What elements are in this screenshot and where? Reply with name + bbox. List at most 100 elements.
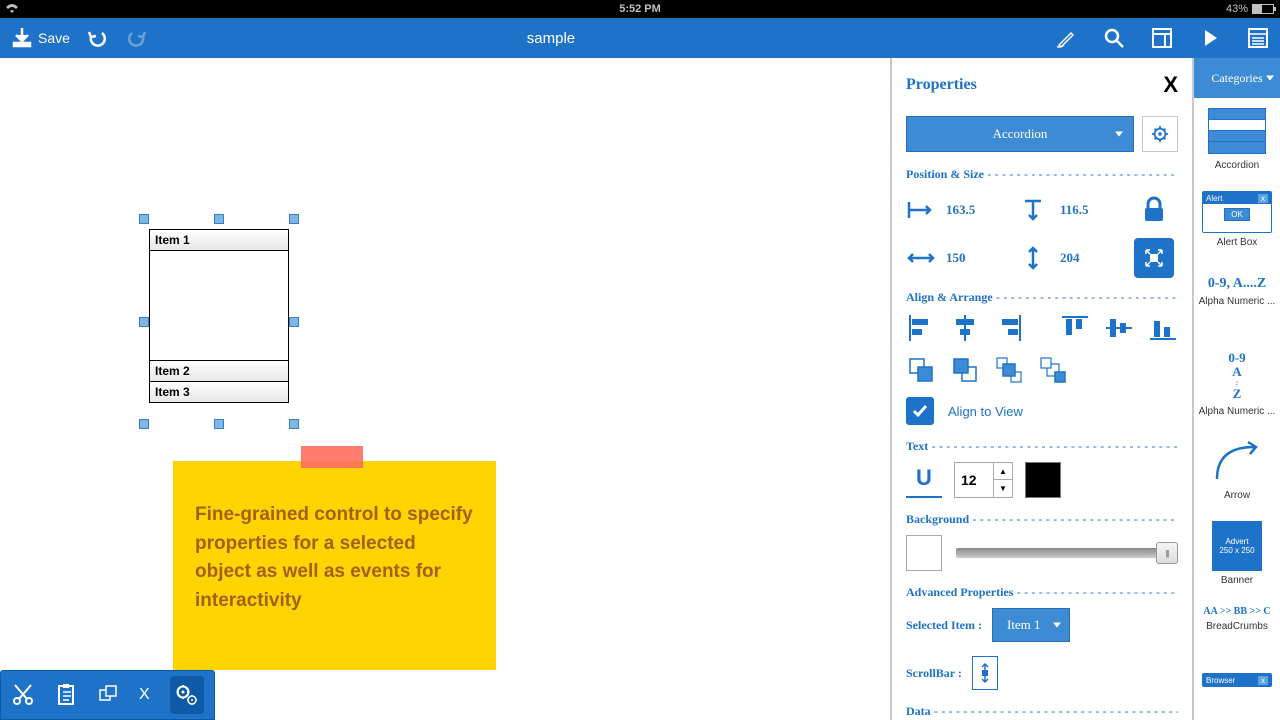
alpha-thumb: 0-9, A....Z <box>1208 276 1266 292</box>
align-top-icon[interactable] <box>1060 313 1090 343</box>
section-position: Position & Size <box>906 167 1178 182</box>
underline-button[interactable]: U <box>906 462 942 498</box>
browser-thumb: Browserx <box>1202 673 1272 687</box>
properties-panel: Properties X Accordion Position & Size 1… <box>890 58 1192 720</box>
cat-item-browser[interactable]: Browserx <box>1194 673 1280 693</box>
close-icon[interactable]: X <box>1163 72 1178 98</box>
scrollbar-toggle[interactable] <box>972 656 998 690</box>
opacity-slider[interactable]: ||| <box>956 548 1178 558</box>
cat-item-breadcrumb[interactable]: AA >> BB >> C BreadCrumbs <box>1194 598 1280 673</box>
element-settings-button[interactable] <box>1142 116 1178 152</box>
slider-thumb[interactable]: ||| <box>1156 542 1178 564</box>
status-bar: 5:52 PM 43% <box>0 0 1280 18</box>
toolbar: Save sample <box>0 18 1280 58</box>
scrollbar-label: ScrollBar : <box>906 666 962 681</box>
section-bg: Background <box>906 512 1178 527</box>
expand-button[interactable] <box>1134 238 1174 278</box>
search-icon[interactable] <box>1104 28 1124 48</box>
selection-handle[interactable] <box>214 214 224 224</box>
cat-label: Alert Box <box>1217 237 1258 248</box>
document-title: sample <box>64 30 1038 47</box>
pos-h[interactable]: 204 <box>1020 238 1126 278</box>
section-adv: Advanced Properties <box>906 585 1178 600</box>
align-center-h-icon[interactable] <box>950 313 980 343</box>
pos-w[interactable]: 150 <box>906 238 1012 278</box>
align-view-checkbox[interactable] <box>906 397 934 425</box>
alert-thumb: Alertx OK <box>1202 191 1272 233</box>
cat-label: Accordion <box>1215 160 1259 171</box>
cat-label: Arrow <box>1224 490 1250 501</box>
browser-h: Browser <box>1206 676 1235 685</box>
element-type-dropdown[interactable]: Accordion <box>906 116 1134 152</box>
font-size-input[interactable] <box>955 463 993 497</box>
cat-item-banner[interactable]: Advert 250 x 250 Banner <box>1194 513 1280 598</box>
layout-icon[interactable] <box>1152 28 1172 48</box>
pos-h-value: 204 <box>1060 250 1080 266</box>
pos-y[interactable]: 116.5 <box>1020 190 1126 230</box>
section-data: Data <box>906 704 1178 719</box>
dropdown-label: Accordion <box>993 126 1048 142</box>
align-left-icon[interactable] <box>906 313 936 343</box>
bg-color-swatch[interactable] <box>906 535 942 571</box>
bring-front-icon[interactable] <box>950 355 980 385</box>
accordion-item-3[interactable]: Item 3 <box>150 382 288 402</box>
cat-item-alphanum1[interactable]: 0-9, A....Z Alpha Numeric ... <box>1194 268 1280 343</box>
categories-dropdown[interactable]: Categories <box>1194 58 1280 98</box>
selection-handle[interactable] <box>139 419 149 429</box>
check-icon <box>911 402 929 420</box>
accordion-thumb <box>1208 108 1266 154</box>
gear-icon <box>175 683 199 707</box>
copy-icon[interactable] <box>99 685 119 705</box>
accordion-widget[interactable]: Item 1 Item 2 Item 3 <box>149 229 289 403</box>
expand-icon <box>1142 246 1166 270</box>
send-backward-icon[interactable] <box>994 355 1024 385</box>
align-center-v-icon[interactable] <box>1104 313 1134 343</box>
selection-handle[interactable] <box>289 214 299 224</box>
width-icon <box>906 246 936 270</box>
pos-x-value: 163.5 <box>946 202 975 218</box>
cat-label: Alpha Numeric ... <box>1199 296 1276 307</box>
cat-item-alert[interactable]: Alertx OK Alert Box <box>1194 183 1280 268</box>
list-icon[interactable] <box>1248 28 1268 48</box>
gear-icon <box>1151 125 1169 143</box>
chevron-down-icon <box>1115 132 1123 137</box>
lock-button[interactable] <box>1134 190 1174 230</box>
accordion-item-2[interactable]: Item 2 <box>150 361 288 382</box>
cat-item-arrow[interactable]: Arrow <box>1194 428 1280 513</box>
font-size-spinner[interactable]: ▲▼ <box>954 462 1013 498</box>
scrollbar-icon <box>979 662 991 684</box>
align-right-icon[interactable] <box>994 313 1024 343</box>
save-button[interactable]: Save <box>12 28 70 48</box>
x-position-icon <box>906 198 936 222</box>
accordion-item-1[interactable]: Item 1 <box>150 230 288 251</box>
cat-label: Banner <box>1221 575 1253 586</box>
canvas[interactable]: Item 1 Item 2 Item 3 Fine-grained contro… <box>0 58 890 720</box>
spinner-down[interactable]: ▼ <box>994 480 1012 497</box>
selection-handle[interactable] <box>214 419 224 429</box>
pen-icon[interactable] <box>1056 28 1076 48</box>
bottom-toolbar: X <box>0 670 215 720</box>
save-icon <box>12 28 32 48</box>
categories-panel: Categories Accordion Alertx OK Alert Box… <box>1192 58 1280 720</box>
cut-icon[interactable] <box>11 683 35 707</box>
text-color-swatch[interactable] <box>1025 462 1061 498</box>
sticky-note: Fine-grained control to specify properti… <box>173 461 496 670</box>
selection-handle[interactable] <box>289 317 299 327</box>
align-bottom-icon[interactable] <box>1148 313 1178 343</box>
bread-thumb: AA >> BB >> C <box>1203 606 1270 617</box>
settings-button[interactable] <box>170 676 204 714</box>
selected-item-dropdown[interactable]: Item 1 <box>992 608 1070 642</box>
selection-handle[interactable] <box>139 214 149 224</box>
paste-icon[interactable] <box>55 683 79 707</box>
spinner-up[interactable]: ▲ <box>994 463 1012 480</box>
send-back-icon[interactable] <box>906 355 936 385</box>
cat-item-alphanum2[interactable]: 0-9 A : Z Alpha Numeric ... <box>1194 343 1280 428</box>
selection-handle[interactable] <box>289 419 299 429</box>
pos-x[interactable]: 163.5 <box>906 190 1012 230</box>
bring-forward-icon[interactable] <box>1038 355 1068 385</box>
x-icon[interactable]: X <box>139 686 150 704</box>
play-icon[interactable] <box>1200 28 1220 48</box>
accordion-body <box>150 251 288 361</box>
cat-item-accordion[interactable]: Accordion <box>1194 98 1280 183</box>
selection-handle[interactable] <box>139 317 149 327</box>
